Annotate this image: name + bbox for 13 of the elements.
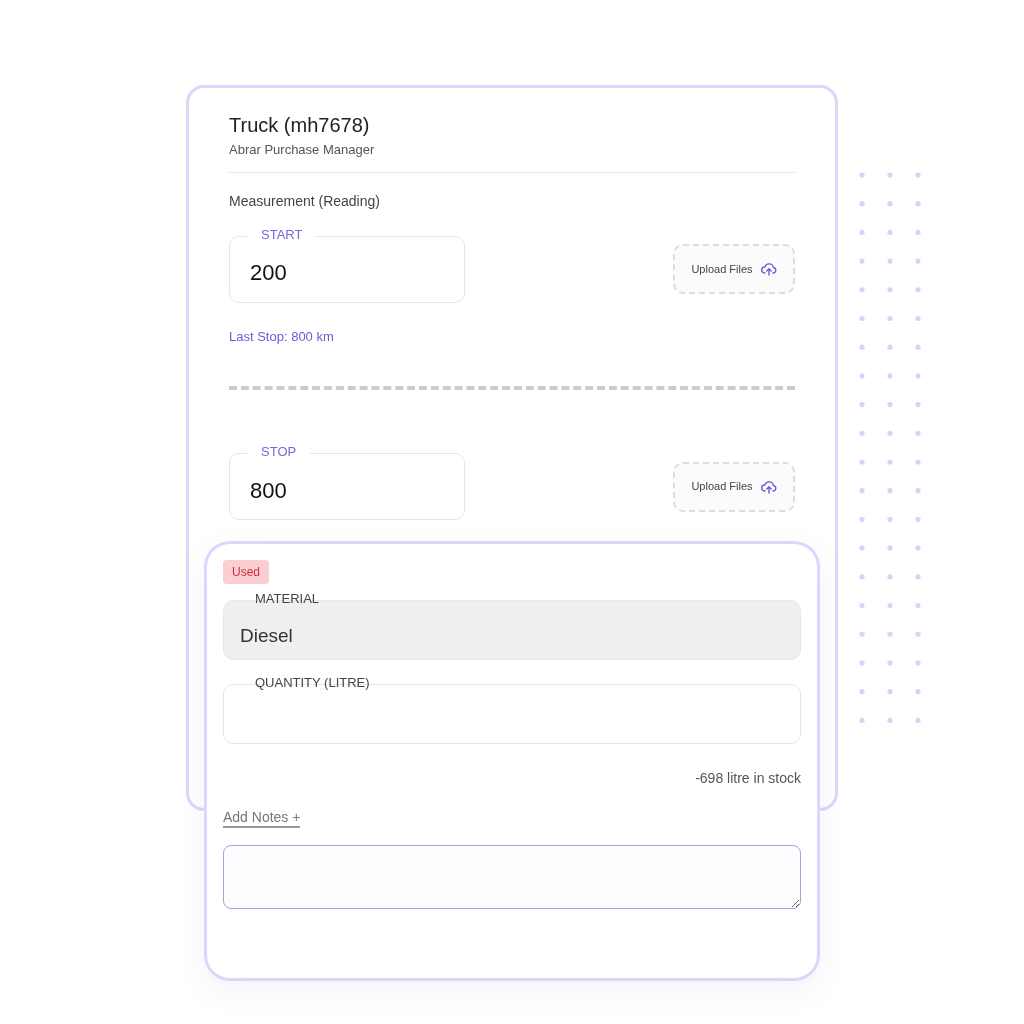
cloud-upload-icon: [760, 262, 777, 276]
section-label: Measurement (Reading): [229, 191, 381, 211]
field-label: QUANTITY (LITRE): [254, 675, 371, 691]
upload-button[interactable]: Upload Files: [673, 461, 795, 512]
card-subtitle: Abrar Purchase Manager: [229, 141, 376, 159]
cloud-upload-icon: [760, 479, 777, 494]
add-notes-link[interactable]: Add Notes +: [223, 809, 301, 828]
notes-field[interactable]: [223, 845, 801, 909]
status-tag: Used: [223, 560, 269, 584]
card-title: Truck (mh7678): [229, 113, 371, 138]
upload-button[interactable]: Upload Files: [673, 244, 795, 294]
last-stop-note: Last Stop: 800 km: [229, 327, 335, 346]
stock-note: -698 litre in stock: [695, 769, 801, 788]
